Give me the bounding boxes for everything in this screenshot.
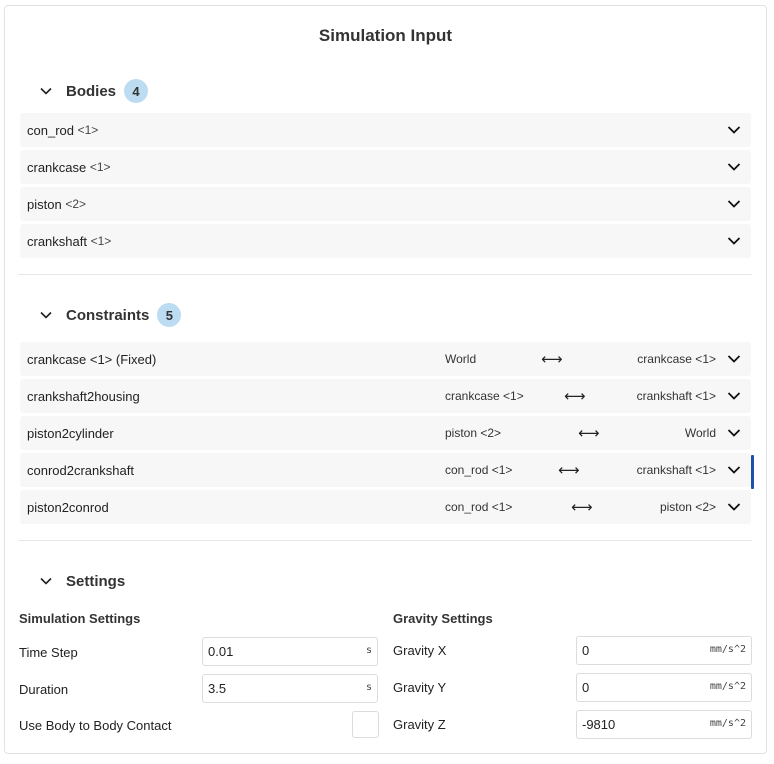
constraint-right-body: crankshaft <1> [636,389,716,403]
simulation-input-panel: Simulation Input Bodies 4 con_rod <1> cr… [4,5,767,754]
chevron-down-icon[interactable] [727,234,741,248]
constraint-row[interactable]: piston2conrod con_rod <1> ⟷ piston <2> [20,490,751,524]
body-row[interactable]: con_rod <1> [20,113,751,147]
constraints-section-header[interactable]: Constraints 5 [39,302,182,328]
constraint-row[interactable]: piston2cylinder piston <2> ⟷ World [20,416,751,450]
gravity-y-label: Gravity Y [393,680,447,695]
bidirectional-arrow-icon: ⟷ [564,388,586,405]
body-row[interactable]: crankshaft <1> [20,224,751,258]
constraint-right-body: World [684,426,716,440]
constraints-count-badge: 5 [157,303,182,327]
constraint-row-selected[interactable]: conrod2crankshaft con_rod <1> ⟷ cranksha… [20,453,754,489]
constraints-label: Constraints [66,306,150,324]
body-name: crankshaft [27,233,87,249]
body-contact-checkbox[interactable] [352,711,379,738]
constraint-right-body: crankshaft <1> [636,463,716,477]
constraint-left-body: piston <2> [445,426,502,440]
chevron-down-icon[interactable] [727,160,741,174]
time-step-input[interactable]: 0.01 s [202,637,378,666]
chevron-down-icon[interactable] [727,352,741,366]
constraint-name: conrod2crankshaft [27,462,134,478]
constraint-name: piston2conrod [27,499,109,515]
gravity-x-value: 0 [582,643,590,658]
duration-input[interactable]: 3.5 s [202,674,378,703]
body-name: con_rod [27,122,74,138]
body-instance: <1> [77,123,99,137]
bodies-label: Bodies [66,82,117,100]
panel-title: Simulation Input [318,26,453,45]
settings-section-header[interactable]: Settings [39,568,125,594]
constraint-name: crankcase <1> (Fixed) [27,351,157,367]
chevron-down-icon[interactable] [727,463,741,477]
chevron-down-icon[interactable] [727,389,741,403]
body-name: crankcase [27,159,87,175]
section-divider [18,274,752,275]
gravity-z-input[interactable]: -9810 mm/s^2 [576,710,752,739]
settings-label: Settings [66,572,126,590]
gravity-x-unit: mm/s^2 [709,644,746,655]
constraint-left-body: con_rod <1> [445,463,513,477]
body-name: piston [27,196,62,212]
body-row[interactable]: crankcase <1> [20,150,751,184]
chevron-down-icon[interactable] [727,500,741,514]
chevron-down-icon[interactable] [727,123,741,137]
bodies-section-header[interactable]: Bodies 4 [39,78,149,104]
body-row[interactable]: piston <2> [20,187,751,221]
duration-value: 3.5 [208,681,227,696]
body-contact-label: Use Body to Body Contact [19,718,172,733]
chevron-down-icon[interactable] [727,426,741,440]
gravity-x-label: Gravity X [393,643,447,658]
gravity-y-value: 0 [582,680,590,695]
gravity-z-value: -9810 [582,717,616,732]
constraint-right-body: crankcase <1> [637,352,716,366]
constraint-right-body: piston <2> [659,500,716,514]
time-step-label: Time Step [19,645,78,660]
time-step-value: 0.01 [208,644,234,659]
body-instance: <1> [90,234,112,248]
constraint-name: piston2cylinder [27,425,114,441]
constraint-left-body: crankcase <1> [445,389,524,403]
constraint-name: crankshaft2housing [27,388,140,404]
chevron-down-icon [40,87,52,95]
bodies-count-badge: 4 [124,79,149,103]
chevron-down-icon [40,311,52,319]
gravity-y-unit: mm/s^2 [709,681,746,692]
constraint-row[interactable]: crankshaft2housing crankcase <1> ⟷ crank… [20,379,751,413]
bidirectional-arrow-icon: ⟷ [558,462,580,479]
constraints-list: crankcase <1> (Fixed) World ⟷ crankcase … [20,342,754,527]
duration-unit: s [365,682,372,693]
gravity-x-input[interactable]: 0 mm/s^2 [576,636,752,665]
simulation-settings-heading: Simulation Settings [19,611,141,626]
body-instance: <1> [89,160,111,174]
constraint-row[interactable]: crankcase <1> (Fixed) World ⟷ crankcase … [20,342,751,376]
bidirectional-arrow-icon: ⟷ [578,425,600,442]
gravity-settings-heading: Gravity Settings [393,611,493,626]
bidirectional-arrow-icon: ⟷ [571,499,593,516]
chevron-down-icon[interactable] [727,197,741,211]
time-step-unit: s [365,645,372,656]
bidirectional-arrow-icon: ⟷ [541,351,563,368]
section-divider [18,540,752,541]
duration-label: Duration [19,682,69,697]
gravity-z-unit: mm/s^2 [709,718,746,729]
constraint-left-body: World [445,352,477,366]
body-instance: <2> [65,197,87,211]
gravity-z-label: Gravity Z [393,717,446,732]
constraint-left-body: con_rod <1> [445,500,513,514]
chevron-down-icon [40,577,52,585]
bodies-list: con_rod <1> crankcase <1> piston <2> cra… [20,113,751,261]
gravity-y-input[interactable]: 0 mm/s^2 [576,673,752,702]
